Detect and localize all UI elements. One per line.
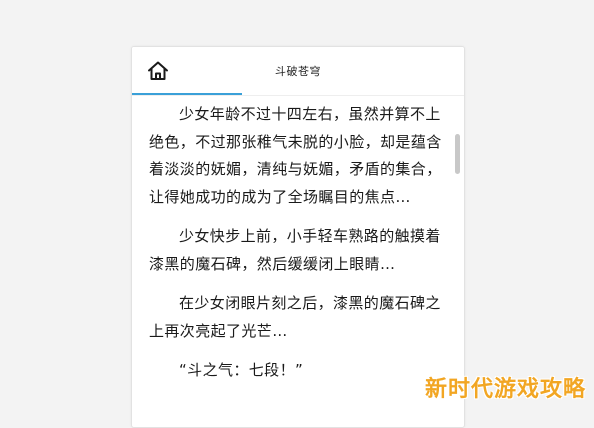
paragraph: 少女快步上前，小手轻车熟路的触摸着漆黑的魔石碑，然后缓缓闭上眼睛… (149, 227, 441, 273)
paragraph: 在少女闭眼片刻之后，漆黑的魔石碑之上再次亮起了光芒… (149, 294, 441, 340)
paragraph: “斗之气：七段！” (179, 361, 304, 379)
chapter-content[interactable]: 少女年龄不过十四左右，虽然并算不上绝色，不过那张稚气未脱的小脸，却是蕴含着淡淡的… (132, 96, 464, 427)
page-title: 斗破苍穹 (275, 65, 321, 78)
reader-window: 斗破苍穹 少女年龄不过十四左右，虽然并算不上绝色，不过那张稚气未脱的小脸，却是蕴… (131, 46, 465, 428)
watermark-logo: 新时代游戏攻略 (424, 377, 586, 402)
scrollbar-thumb[interactable] (455, 134, 460, 174)
paragraph: 少女年龄不过十四左右，虽然并算不上绝色，不过那张稚气未脱的小脸，却是蕴含着淡淡的… (149, 105, 442, 206)
reader-header: 斗破苍穹 (132, 47, 464, 96)
